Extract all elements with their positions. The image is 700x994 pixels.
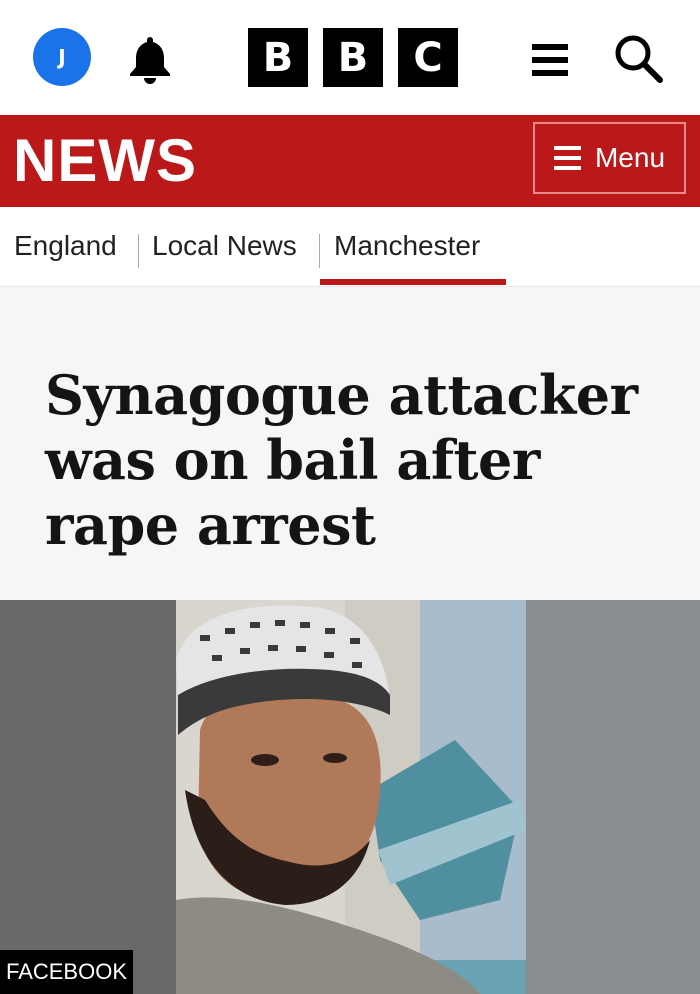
- logo-letter: B: [248, 28, 308, 87]
- menu-icon: [553, 146, 581, 170]
- menu-label: Menu: [594, 142, 666, 173]
- image-credit: FACEBOOK: [0, 950, 133, 994]
- account-avatar[interactable]: J: [33, 28, 91, 86]
- article-photo: [0, 600, 700, 994]
- breadcrumb-divider: [138, 234, 139, 268]
- bell-icon[interactable]: [125, 33, 175, 85]
- top-bar: J B B C: [0, 0, 700, 115]
- menu-button[interactable]: Menu: [533, 122, 686, 194]
- headline-section: Synagogue attacker was on bail after rap…: [0, 287, 700, 600]
- breadcrumb: England Local News Manchester: [0, 207, 700, 287]
- breadcrumb-divider: [319, 234, 320, 268]
- bbc-logo[interactable]: B B C: [248, 28, 458, 87]
- breadcrumb-local-news[interactable]: Local News: [152, 229, 297, 263]
- active-tab-indicator: [320, 279, 506, 285]
- article-image[interactable]: [0, 600, 700, 994]
- news-title[interactable]: NEWS: [13, 129, 197, 193]
- breadcrumb-manchester[interactable]: Manchester: [334, 229, 480, 263]
- logo-letter: C: [398, 28, 458, 87]
- hamburger-icon[interactable]: [532, 44, 568, 76]
- breadcrumb-england[interactable]: England: [14, 229, 117, 263]
- logo-letter: B: [323, 28, 383, 87]
- news-bar: NEWS Menu: [0, 115, 700, 207]
- article-headline: Synagogue attacker was on bail after rap…: [45, 363, 638, 557]
- search-icon[interactable]: [612, 32, 664, 84]
